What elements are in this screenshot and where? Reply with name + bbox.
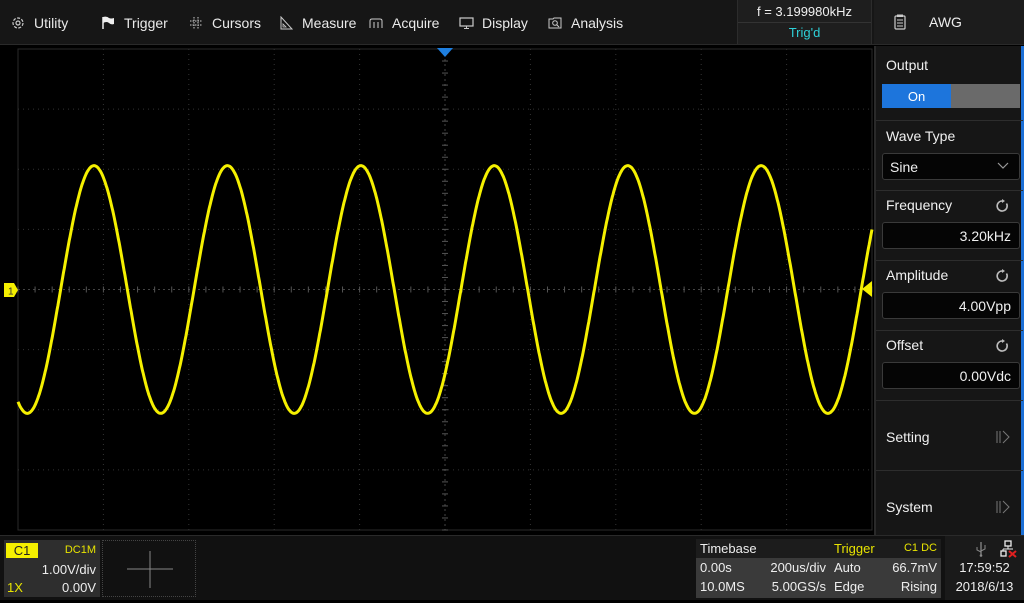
- output-section: Output On: [876, 46, 1023, 121]
- gear-icon: [10, 15, 26, 31]
- menu-measure-label: Measure: [302, 14, 357, 31]
- trigger-level: 66.7mV: [892, 560, 937, 575]
- menu-display-label: Display: [482, 14, 528, 31]
- system-label: System: [886, 499, 933, 515]
- menu-acquire-label: Acquire: [392, 14, 440, 31]
- trigger-title: Trigger: [834, 541, 875, 556]
- output-on-option[interactable]: On: [882, 84, 951, 108]
- offset-value: 0.00Vdc: [959, 367, 1011, 384]
- offset-section: Offset 0.00Vdc: [876, 331, 1023, 401]
- menu-cursors-label: Cursors: [212, 14, 262, 31]
- menu-analysis-label: Analysis: [571, 14, 624, 31]
- channel-1-probe: 1X: [7, 580, 23, 595]
- wave-type-label: Wave Type: [886, 128, 956, 144]
- clock-date: 2018/6/13: [955, 579, 1014, 594]
- timebase-scale: 200us/div: [770, 560, 826, 575]
- ruler-triangle-icon: [278, 15, 294, 31]
- reset-icon[interactable]: [995, 199, 1009, 213]
- bottom-bar: C1 DC1M 1.00V/div 1X 0.00V Timebase 0.00…: [0, 535, 1024, 600]
- usb-icon: [976, 542, 986, 557]
- amplitude-input[interactable]: 4.00Vpp: [882, 292, 1020, 319]
- timebase-delay: 0.00s: [700, 560, 732, 575]
- menu-acquire[interactable]: Acquire: [368, 0, 439, 45]
- trigger-slope: Rising: [900, 579, 937, 594]
- sample-rate: 5.00GS/s: [771, 579, 826, 594]
- plus-icon: [127, 551, 173, 588]
- monitor-icon: [458, 15, 474, 31]
- amplitude-value: 4.00Vpp: [958, 297, 1011, 314]
- menu-utility-label: Utility: [34, 14, 69, 31]
- menu-utility[interactable]: Utility: [10, 0, 68, 45]
- channel-1-info[interactable]: C1 DC1M 1.00V/div 1X 0.00V: [4, 540, 100, 597]
- analysis-icon: [547, 15, 563, 31]
- timebase-info[interactable]: Timebase 0.00s 200us/div 10.0MS 5.00GS/s: [696, 539, 830, 598]
- output-label: Output: [886, 57, 929, 73]
- timebase-title: Timebase: [696, 539, 830, 558]
- trigger-source: C1 DC: [903, 542, 937, 554]
- frequency-divider: [738, 22, 871, 23]
- awg-icon: [893, 14, 907, 30]
- waveform-display[interactable]: 1: [0, 45, 874, 535]
- frequency-input[interactable]: 3.20kHz: [882, 222, 1020, 249]
- frequency-value: 3.20kHz: [959, 227, 1011, 244]
- frequency-label: Frequency: [886, 197, 953, 213]
- grid-lines: [17, 48, 873, 531]
- menu-analysis[interactable]: Analysis: [547, 0, 623, 45]
- channel-1-offset: 0.00V: [62, 580, 96, 595]
- channel-1-level-marker: 1: [4, 283, 18, 298]
- wave-type-section: Wave Type Sine: [876, 121, 1023, 191]
- cursors-icon: [188, 15, 204, 31]
- system-menu-item[interactable]: System: [876, 471, 1023, 535]
- chevron-down-icon: [997, 162, 1009, 169]
- channel-1-coupling: DC1M: [64, 544, 96, 556]
- add-channel-button[interactable]: [102, 540, 196, 597]
- menu-display[interactable]: Display: [458, 0, 528, 45]
- amplitude-label: Amplitude: [886, 267, 949, 283]
- amplitude-section: Amplitude 4.00Vpp: [876, 261, 1023, 331]
- trigger-status: Trig'd: [788, 25, 821, 40]
- channel-1-tag[interactable]: C1: [6, 543, 38, 558]
- output-toggle[interactable]: On: [882, 84, 1020, 108]
- awg-panel: Output On Wave Type Sine Frequency 3.20k…: [874, 46, 1024, 535]
- frequency-counter: f = 3.199980kHz Trig'd: [737, 0, 872, 44]
- setting-label: Setting: [886, 429, 930, 445]
- wave-type-select[interactable]: Sine: [882, 153, 1020, 180]
- reset-icon[interactable]: [995, 339, 1009, 353]
- clock-time: 17:59:52: [959, 560, 1010, 575]
- frequency-readout: f = 3.199980kHz: [756, 4, 853, 19]
- acquire-icon: [368, 15, 384, 31]
- network-disconnected-icon: [1000, 540, 1017, 558]
- offset-label: Offset: [886, 337, 924, 353]
- offset-input[interactable]: 0.00Vdc: [882, 362, 1020, 389]
- trigger-position-marker: [437, 48, 453, 57]
- graticule: 1: [4, 48, 874, 531]
- trigger-info[interactable]: Trigger C1 DC Auto 66.7mV Edge Rising: [830, 539, 941, 598]
- menu-cursors[interactable]: Cursors: [188, 0, 261, 45]
- system-status: 17:59:52 2018/6/13: [945, 536, 1024, 600]
- flag-icon: [100, 15, 116, 31]
- awg-title: AWG: [929, 14, 962, 30]
- setting-menu-item[interactable]: Setting: [876, 401, 1023, 471]
- awg-menu-header[interactable]: AWG: [874, 0, 1024, 44]
- memory-depth: 10.0MS: [700, 579, 745, 594]
- menu-trigger-label: Trigger: [124, 14, 168, 31]
- trigger-type: Edge: [834, 579, 865, 594]
- trigger-mode: Auto: [834, 560, 861, 575]
- channel-1-marker-label: 1: [8, 287, 14, 298]
- submenu-arrow-icon: [996, 430, 1010, 444]
- menu-trigger[interactable]: Trigger: [100, 0, 168, 45]
- frequency-section: Frequency 3.20kHz: [876, 191, 1023, 261]
- reset-icon[interactable]: [995, 269, 1009, 283]
- channel-1-scale: 1.00V/div: [41, 562, 96, 577]
- wave-type-value: Sine: [890, 158, 919, 175]
- submenu-arrow-icon: [996, 500, 1010, 514]
- output-off-option[interactable]: [951, 84, 1020, 108]
- menu-measure[interactable]: Measure: [278, 0, 356, 45]
